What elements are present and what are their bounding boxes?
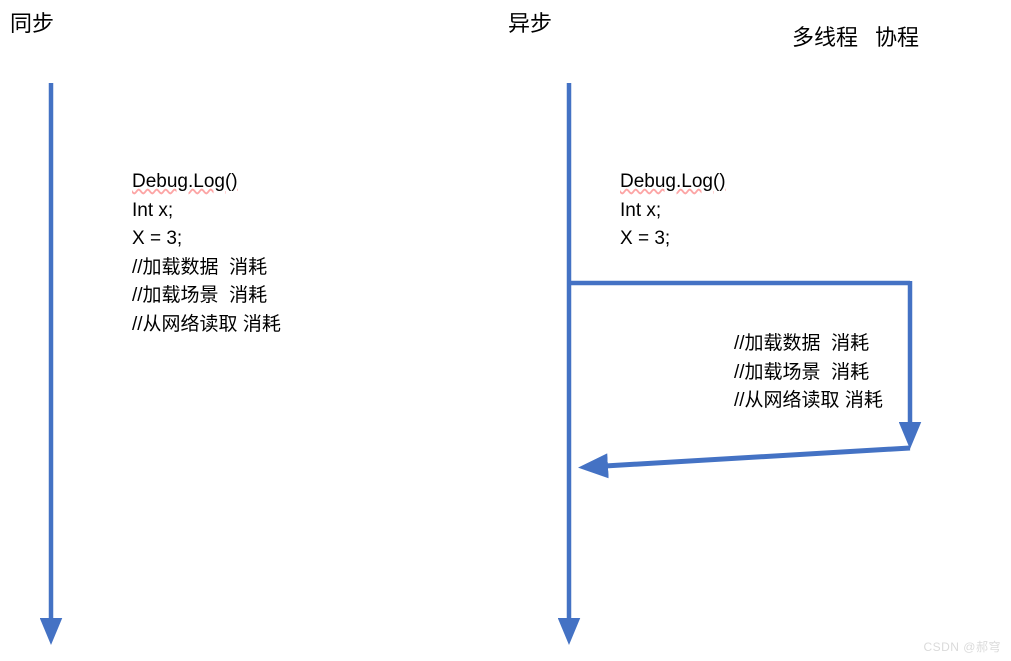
code-line: Debug.Log(): [132, 168, 281, 197]
code-line: Debug.Log(): [620, 168, 726, 197]
async-label: 异步: [508, 6, 552, 38]
code-line: Int x;: [132, 197, 281, 226]
coroutine-label: 协程: [875, 20, 919, 52]
code-line: X = 3;: [132, 225, 281, 254]
code-line: //加载数据 消耗: [132, 254, 281, 283]
branch-return-arrow: [588, 448, 910, 467]
async-branch-code-block: //加载数据 消耗 //加载场景 消耗 //从网络读取 消耗: [734, 330, 883, 416]
code-line: //加载场景 消耗: [132, 282, 281, 311]
code-line: //从网络读取 消耗: [132, 311, 281, 340]
watermark: CSDN @郝穹: [923, 638, 1001, 655]
async-top-code-block: Debug.Log() Int x; X = 3;: [620, 168, 726, 254]
code-line: //加载数据 消耗: [734, 330, 883, 359]
code-line: //从网络读取 消耗: [734, 387, 883, 416]
sync-code-block: Debug.Log() Int x; X = 3; //加载数据 消耗 //加载…: [132, 168, 281, 339]
multithread-label: 多线程: [792, 20, 858, 52]
code-line: X = 3;: [620, 225, 726, 254]
code-line: //加载场景 消耗: [734, 359, 883, 388]
sync-label: 同步: [10, 6, 54, 38]
code-line: Int x;: [620, 197, 726, 226]
